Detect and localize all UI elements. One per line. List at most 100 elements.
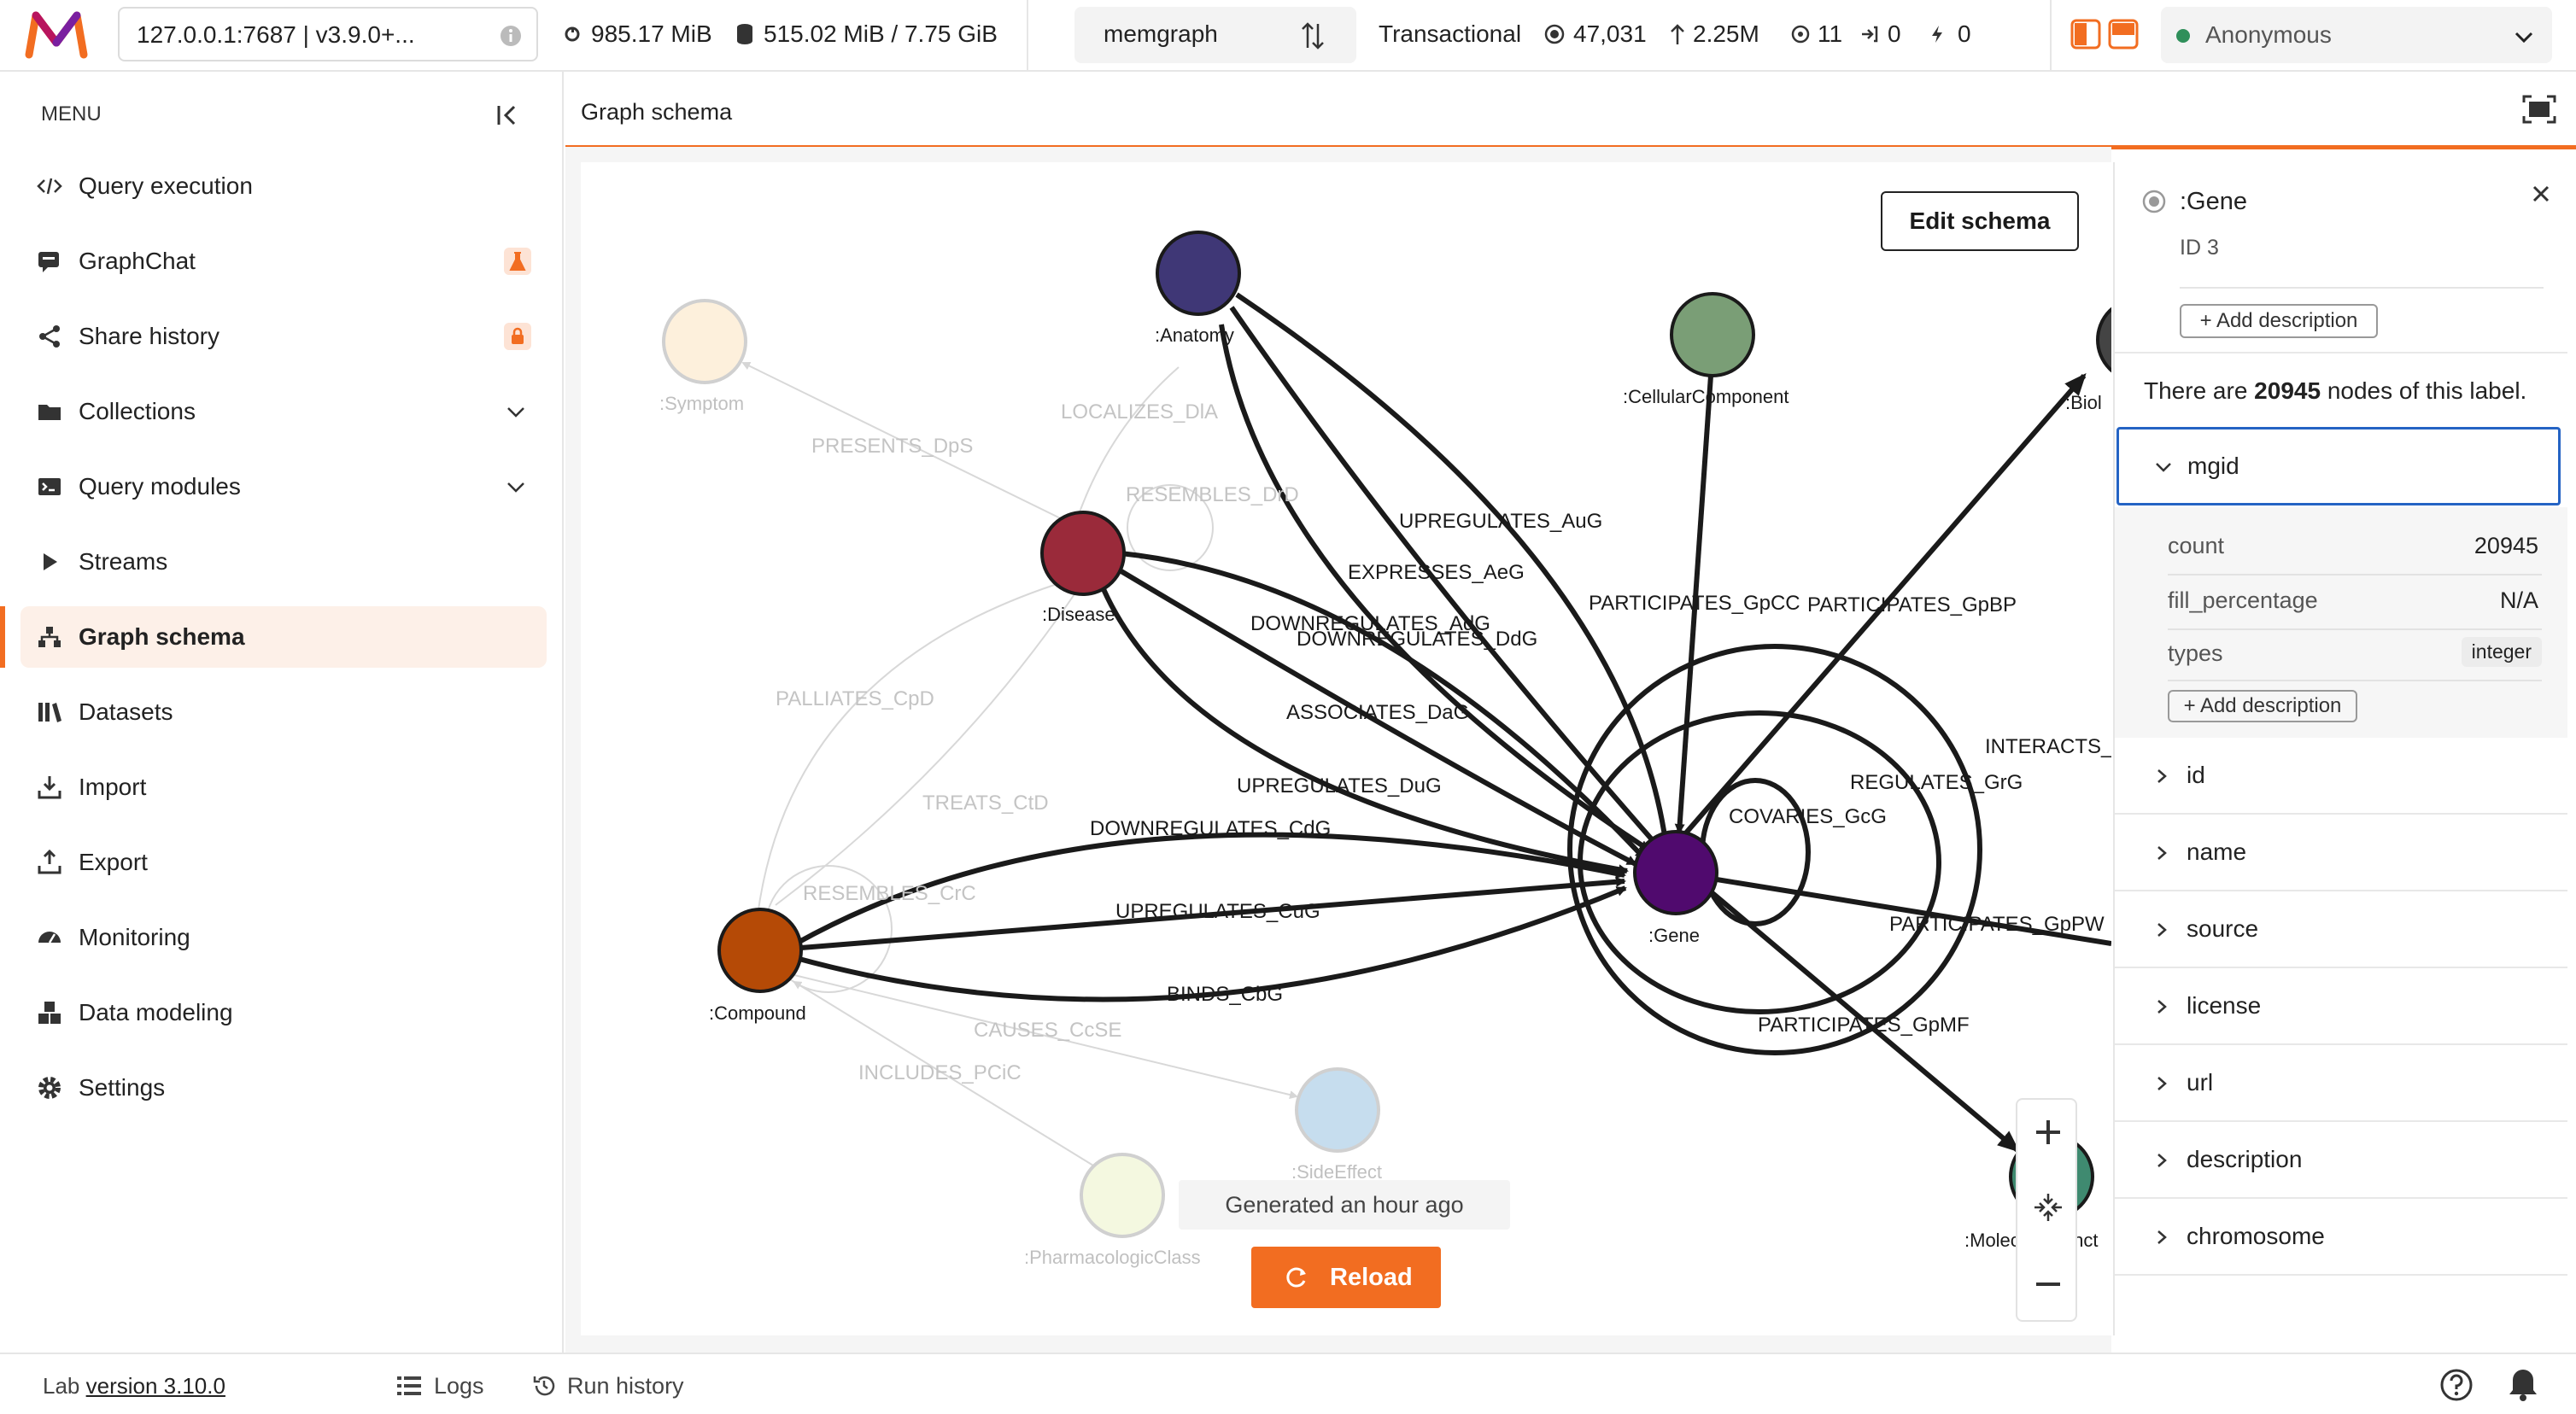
sidebar-item-settings[interactable]: Settings xyxy=(20,1057,547,1119)
lab-prefix: Lab xyxy=(43,1373,86,1399)
edge-label-interacts: INTERACTS_ xyxy=(1985,735,2111,758)
property-label: mgid xyxy=(2187,453,2239,479)
page-title: Graph schema xyxy=(581,99,733,125)
sidebar-item-monitoring[interactable]: Monitoring xyxy=(20,907,547,968)
edge-label-expresses: EXPRESSES_AeG xyxy=(1348,561,1525,584)
property-id[interactable]: id xyxy=(2115,738,2567,815)
chevron-right-icon xyxy=(2157,1230,2167,1244)
zoom-out-icon[interactable] xyxy=(2033,1269,2064,1300)
content-header: Graph schema xyxy=(565,72,2576,149)
sidebar-item-share-history[interactable]: Share history xyxy=(20,306,547,367)
info-icon[interactable] xyxy=(499,24,523,48)
chevron-right-icon xyxy=(2157,923,2167,937)
zoom-in-icon[interactable] xyxy=(2033,1117,2064,1148)
sidebar-item-collections[interactable]: Collections xyxy=(20,381,547,442)
divider xyxy=(2115,352,2567,354)
connection-info[interactable]: 127.0.0.1:7687 | v3.9.0+... xyxy=(118,7,538,61)
sidebar-item-graphchat[interactable]: GraphChat xyxy=(20,231,547,292)
logs-button[interactable]: Logs xyxy=(434,1373,484,1399)
chevron-right-icon xyxy=(2157,1077,2167,1090)
sidebar-item-label: Export xyxy=(79,849,148,875)
node-disease[interactable] xyxy=(1040,511,1126,596)
edge-label-binds: BINDS_CbG xyxy=(1167,983,1283,1006)
sidebar-item-label: Query modules xyxy=(79,473,241,500)
divider xyxy=(2115,1274,2567,1276)
node-cellular-component[interactable] xyxy=(1670,292,1755,377)
sidebar-item-query-modules[interactable]: Query modules xyxy=(20,456,547,517)
sidebar-item-export[interactable]: Export xyxy=(20,832,547,893)
sidebar-item-data-modeling[interactable]: Data modeling xyxy=(20,982,547,1043)
chevron-down-icon xyxy=(507,407,524,418)
flask-badge xyxy=(504,248,531,275)
graph-canvas[interactable]: PRESENTS_DpS LOCALIZES_DlA RESEMBLES_DrD… xyxy=(581,162,2181,1335)
property-label: chromosome xyxy=(2187,1223,2325,1249)
node-gene[interactable] xyxy=(1633,830,1718,915)
property-label: id xyxy=(2187,762,2205,788)
sidebar-item-graph-schema[interactable]: Graph schema xyxy=(20,606,547,668)
flask-icon xyxy=(509,252,526,271)
close-icon[interactable] xyxy=(2530,183,2552,205)
stat-three: 11 xyxy=(1818,20,1843,47)
fit-view-icon[interactable] xyxy=(2033,1192,2064,1223)
divider xyxy=(1027,0,1028,70)
node-symptom[interactable] xyxy=(662,299,747,384)
add-property-description-button[interactable]: + Add description xyxy=(2168,690,2357,722)
node-biological-process[interactable] xyxy=(2096,297,2181,383)
property-chromosome[interactable]: chromosome xyxy=(2115,1199,2567,1276)
help-icon[interactable] xyxy=(2439,1368,2474,1402)
node-compound[interactable] xyxy=(717,908,803,993)
edge-label-regulates: REGULATES_GrG xyxy=(1850,771,2023,794)
edit-schema-button[interactable]: Edit schema xyxy=(1881,191,2079,251)
edge-label-participates-gppw: PARTICIPATES_GpPW xyxy=(1889,913,2105,936)
gear-icon xyxy=(38,1077,61,1099)
sidebar-item-datasets[interactable]: Datasets xyxy=(20,681,547,743)
reload-button[interactable]: Reload xyxy=(1251,1247,1441,1308)
run-history-button[interactable]: Run history xyxy=(567,1373,684,1399)
fullscreen-icon[interactable] xyxy=(2521,94,2557,125)
disk-usage: 515.02 MiB / 7.75 GiB xyxy=(764,20,998,47)
node-sideeffect[interactable] xyxy=(1295,1067,1380,1153)
property-label: license xyxy=(2187,992,2262,1019)
node-details-panel: :Gene ID 3 + Add description There are 2… xyxy=(2113,162,2567,1335)
sidebar-item-query-execution[interactable]: Query execution xyxy=(20,155,547,217)
import-icon xyxy=(38,776,61,799)
edge-count: 2.25M xyxy=(1693,20,1759,47)
layout-toggle-icon[interactable] xyxy=(2070,19,2139,50)
reload-label: Reload xyxy=(1330,1264,1413,1291)
sidebar-item-streams[interactable]: Streams xyxy=(20,531,547,593)
sidebar-item-import[interactable]: Import xyxy=(20,757,547,818)
active-indicator xyxy=(0,606,5,668)
memgraph-logo[interactable] xyxy=(24,9,89,60)
edge-covaries[interactable] xyxy=(1700,778,1811,926)
property-license[interactable]: license xyxy=(2115,968,2567,1045)
bell-icon[interactable] xyxy=(2506,1366,2540,1402)
lock-badge xyxy=(504,323,531,350)
schema-graph[interactable]: PRESENTS_DpS LOCALIZES_DlA RESEMBLES_DrD… xyxy=(581,162,2181,1335)
detail-key-types: types xyxy=(2168,640,2223,666)
sidebar-item-label: Import xyxy=(79,774,147,800)
property-url[interactable]: url xyxy=(2115,1045,2567,1122)
chevron-down-icon xyxy=(2515,32,2533,44)
divider xyxy=(2168,574,2542,576)
history-icon xyxy=(533,1376,555,1396)
user-select[interactable]: Anonymous xyxy=(2161,7,2552,63)
edge-interacts[interactable] xyxy=(1567,644,1982,1055)
edge-label-resembles-disease: RESEMBLES_DrD xyxy=(1126,483,1299,506)
node-pharmacologic-class[interactable] xyxy=(1080,1153,1165,1238)
radio-icon[interactable] xyxy=(2140,188,2168,215)
edge-label-upregulates-aug: UPREGULATES_AuG xyxy=(1399,510,1602,533)
add-description-button[interactable]: + Add description xyxy=(2180,304,2378,338)
property-source[interactable]: source xyxy=(2115,891,2567,968)
collapse-sidebar-icon[interactable] xyxy=(494,101,523,130)
sidebar: MENU Query execution GraphChat Share his… xyxy=(0,72,564,1353)
zoom-controls xyxy=(2016,1098,2077,1322)
property-description[interactable]: description xyxy=(2115,1122,2567,1199)
database-name: memgraph xyxy=(1104,20,1218,47)
node-anatomy[interactable] xyxy=(1156,231,1241,316)
sidebar-item-label: Data modeling xyxy=(79,999,233,1025)
database-select[interactable]: memgraph xyxy=(1074,7,1356,63)
property-name[interactable]: name xyxy=(2115,815,2567,891)
version-link[interactable]: version 3.10.0 xyxy=(86,1373,225,1399)
sidebar-item-label: Query execution xyxy=(79,172,253,199)
property-mgid[interactable]: mgid xyxy=(2116,427,2561,505)
